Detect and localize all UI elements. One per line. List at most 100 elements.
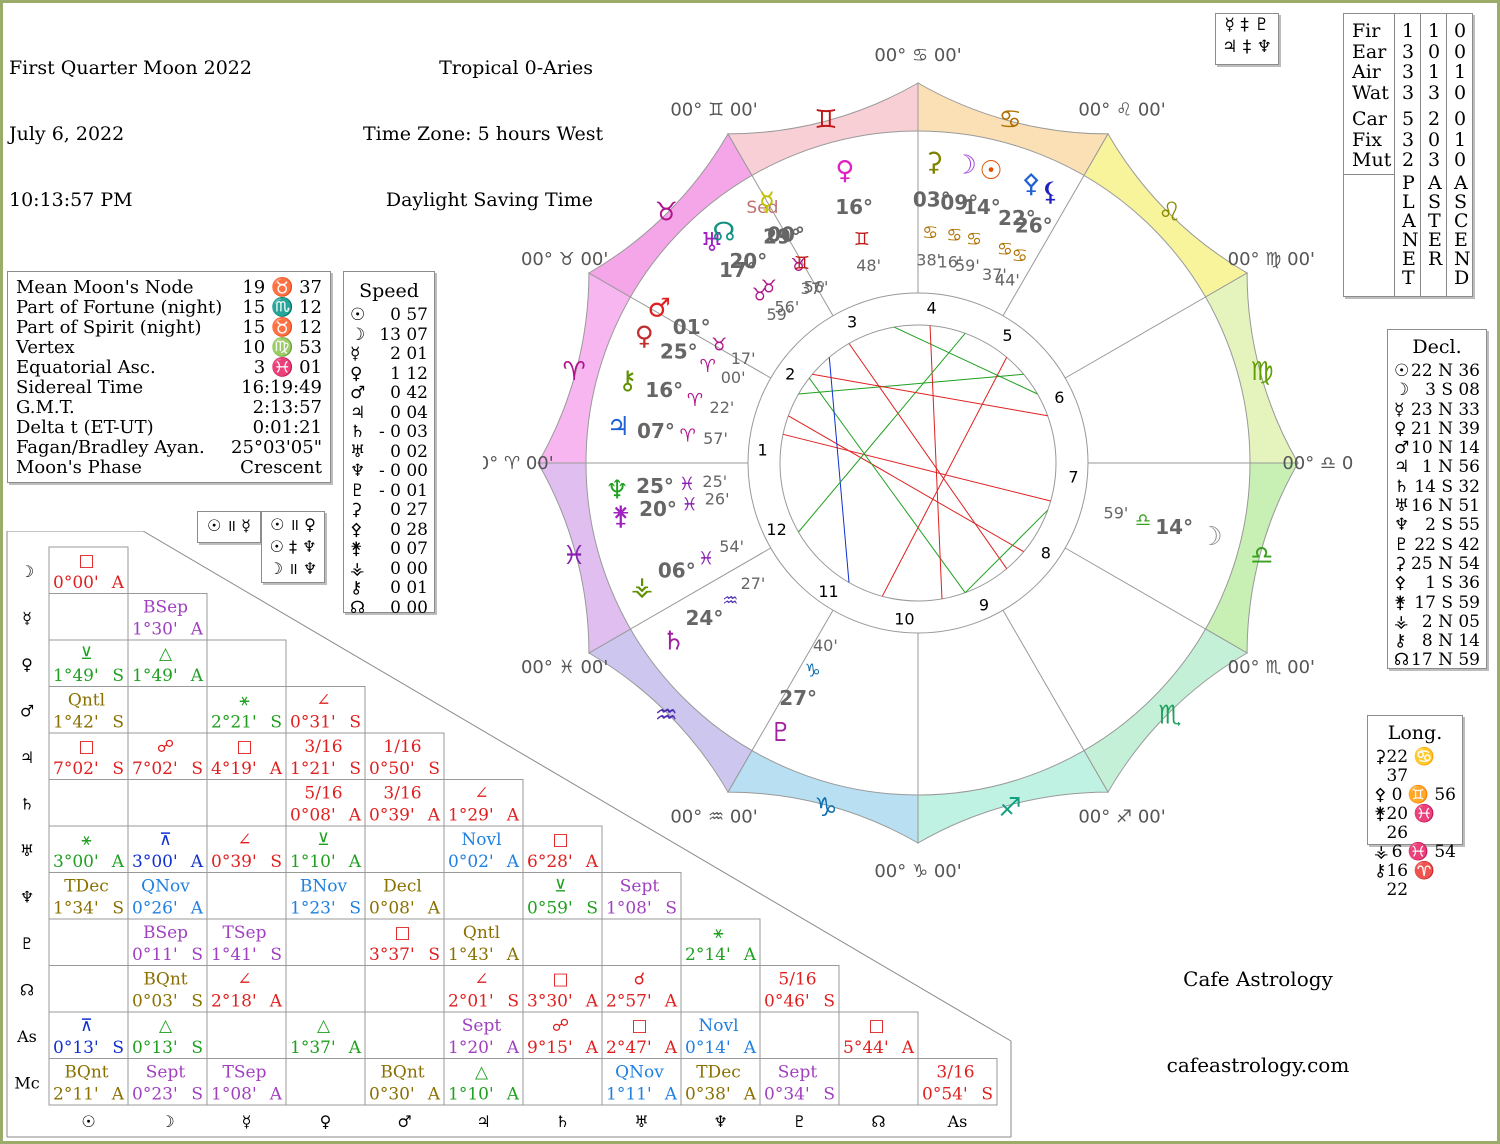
long-glyph: ⚴ [1374,785,1387,805]
decl-row: ♇ 22 S 42 [1394,534,1480,555]
aspect-symbol: Sept [146,1063,186,1083]
planet-sign: ♒ [722,590,738,611]
aspect-orb: 0°23' [132,1085,178,1105]
decl-value: 10 N 14 [1411,438,1480,459]
credit-url[interactable]: cafeastrology.com [1163,1053,1353,1077]
libra-sign-glyph: ♎ [1250,541,1273,571]
aspect-symbol: ⚹ [81,830,91,850]
aspect-orb: 0°13' [53,1038,99,1058]
long-row: ⚷ 16 ♈ 22 [1374,862,1456,900]
aspect-orb: 1°49' [53,666,99,686]
decl-value: 17 N 59 [1411,650,1480,671]
cusp-label: 00° ♎ 00' [1282,453,1353,474]
grid-col-label: ♂ [397,1112,411,1131]
aspect-type: S [270,713,282,733]
info-value: 15 ♉ 12 [242,317,322,338]
aspect-orb: 1°37' [290,1038,336,1058]
info-row: G.M.T. 2:13:57 [16,398,322,418]
aspect-type: A [743,1085,757,1105]
decl-glyph: ♇ [1394,534,1410,555]
pisces-sign-glyph: ♓ [562,541,585,571]
house-number: 12 [766,520,786,539]
decl-value: 1 S 36 [1425,573,1480,594]
moon-house-glyph: ☽ [1199,522,1222,552]
decl-glyph: ♅ [1394,496,1410,517]
aspect-symbol: ⊻ [317,830,329,850]
aspect-orb: 7°02' [53,759,99,779]
aspect-orb: 0°11' [132,945,178,965]
chart-wheel: ♈♉♊♋♌♍♎♏♐♑♒♓00° ♈ 00'00° ♉ 00'00° ♊ 00'0… [483,45,1353,882]
aspect-symbol: 5/16 [304,784,342,804]
grid-row-label: ♂ [20,702,34,721]
aspect-orb: 1°23' [290,899,336,919]
speed-glyph: ♄ [350,422,366,442]
chiron-glyph: ⚷ [618,366,637,396]
speed-row: ⚳ 0 27 [350,500,428,521]
aspect-symbol: ∠ [474,970,488,990]
aspect-type: A [506,1085,520,1105]
decl-glyph: ⚷ [1394,631,1407,652]
cusp-label: 00° ♌ 00' [1078,100,1165,121]
aspect-orb: 0°38' [685,1085,731,1105]
speed-glyph: ♂ [350,383,366,403]
info-row: Vertex 10 ♍ 53 [16,338,322,358]
info-row: Mean Moon's Node 19 ♉ 37 [16,278,322,298]
planet-sign: ♈ [680,426,696,447]
aspect-symbol: ⊼ [159,830,171,850]
element-planet-count: 1 [1402,20,1415,42]
info-label: Sidereal Time [16,377,144,398]
aspect-symbol: Qntl [463,923,500,943]
grid-cell [522,918,603,966]
aspect-type: A [427,806,441,826]
speed-value: - 0 01 [379,480,428,501]
planet-degree: 25° [660,339,698,363]
aspect-type: A [190,852,204,872]
cusp-label: 00° ♒ 00' [670,806,757,827]
aspect-type: A [190,666,204,686]
decl-value: 22 S 42 [1414,534,1480,555]
chart-date: July 6, 2022 [9,123,125,145]
aspect-orb: 0°39' [211,852,257,872]
element-ascend-count: 1 [1454,128,1467,151]
aspect-symbol: △ [159,644,173,664]
info-row: Part of Spirit (night) 15 ♉ 12 [16,318,322,338]
speed-row: ♆ - 0 00 [350,461,428,482]
decl-glyph: ⚴ [1394,573,1407,594]
aspect-orb: 9°15' [527,1038,573,1058]
grid-row-label: ☊ [20,981,34,1000]
aspect-symbol: Sept [462,1016,502,1036]
decl-row: ♄ 14 S 32 [1394,477,1480,497]
aspect-type: S [112,1038,124,1058]
info-label: Equatorial Asc. [16,357,156,378]
element-planet-count: 5 [1402,108,1415,130]
decl-row: ⚴ 1 S 36 [1394,573,1480,594]
aspect-orb: 1°08' [211,1085,257,1105]
speed-value: 0 02 [390,441,428,462]
long-value: 20 ♓ 26 [1386,804,1435,843]
info-label: Moon's Phase [16,457,142,478]
aspect-orb: 5°44' [843,1038,889,1058]
info-value: 0:01:21 [252,417,322,438]
planet-degree: 00° [767,222,805,246]
speed-row: ☉ 0 57 [350,305,428,326]
info-label: Mean Moon's Node [16,277,194,298]
grid-cell [285,918,366,966]
pluto-glyph: ♇ [769,718,792,748]
planet-minute: 17' [731,349,756,368]
aspect-symbol: BSep [143,598,188,618]
aspect-type: S [823,992,835,1012]
planet-minute: 56' [774,298,799,317]
grid-row-label: Mc [14,1074,39,1093]
aspect-symbol: Qntl [68,691,105,711]
aspect-orb: 0°54' [922,1085,968,1105]
aspect-type: A [348,806,362,826]
long-glyph: ⚶ [1374,842,1389,862]
decl-value: 2 S 55 [1425,515,1480,536]
sagittarius-sign-glyph: ♐ [998,793,1021,823]
aspect-symbol: 5/16 [778,970,816,990]
aspect-symbol: △ [475,1063,489,1083]
planet-sign: ♓ [698,548,714,569]
decl-glyph: ⚳ [1394,553,1407,574]
aspect-type: S [112,713,124,733]
house-number: 1 [757,440,767,459]
